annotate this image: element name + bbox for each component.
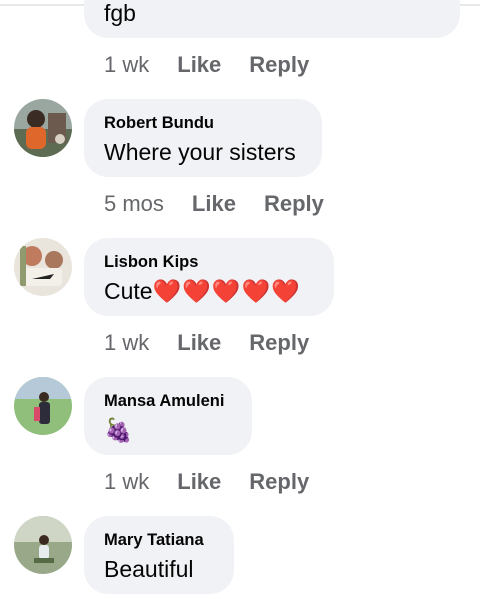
avatar-image xyxy=(14,238,72,296)
comment-bubble[interactable]: Lisbon Kips Cute❤️❤️❤️❤️❤️ xyxy=(84,238,334,316)
like-button[interactable]: Like xyxy=(177,52,221,78)
avatar[interactable] xyxy=(14,238,72,296)
avatar[interactable] xyxy=(14,377,72,435)
comment-time[interactable]: 1 wk xyxy=(104,52,149,78)
avatar-image xyxy=(14,377,72,435)
comment-author[interactable]: Mansa Amuleni xyxy=(104,392,224,411)
comment-author[interactable]: Mary Tatiana xyxy=(104,531,204,550)
reply-button[interactable]: Reply xyxy=(249,330,309,356)
comment-meta: 1 wk Like Reply xyxy=(104,469,309,495)
like-button[interactable]: Like xyxy=(192,191,236,217)
comment-time[interactable]: 5 mos xyxy=(104,191,164,217)
comment-text: Beautiful xyxy=(104,556,194,582)
grape-emoji-icon: 🍇 xyxy=(104,417,133,443)
reply-button[interactable]: Reply xyxy=(249,52,309,78)
comment-bubble[interactable]: Mansa Amuleni 🍇 xyxy=(84,377,252,455)
reply-button[interactable]: Reply xyxy=(264,191,324,217)
comment-text: Where your sisters xyxy=(104,139,296,165)
reply-button[interactable]: Reply xyxy=(249,469,309,495)
comment-bubble[interactable]: Mary Tatiana Beautiful xyxy=(84,516,234,594)
comment-meta: 5 mos Like Reply xyxy=(104,191,324,217)
comment-bubble[interactable]: Robert Bundu Where your sisters xyxy=(84,99,322,177)
comment-meta: 1 wk Like Reply xyxy=(104,52,309,78)
comment-text: fgb xyxy=(104,0,136,26)
avatar[interactable] xyxy=(14,99,72,157)
avatar-image xyxy=(14,516,72,574)
avatar-image xyxy=(14,99,72,157)
avatar[interactable] xyxy=(14,516,72,574)
comment-meta: 1 wk Like Reply xyxy=(104,330,309,356)
comment-time[interactable]: 1 wk xyxy=(104,330,149,356)
comment-author[interactable]: Robert Bundu xyxy=(104,114,214,133)
comment-time[interactable]: 1 wk xyxy=(104,469,149,495)
like-button[interactable]: Like xyxy=(177,330,221,356)
comment-text: Cute❤️❤️❤️❤️❤️ xyxy=(104,278,301,304)
heart-emoji-icons: ❤️❤️❤️❤️❤️ xyxy=(152,278,301,304)
comment-author[interactable]: Lisbon Kips xyxy=(104,253,198,272)
comment-bubble[interactable]: fgb xyxy=(84,0,460,38)
like-button[interactable]: Like xyxy=(177,469,221,495)
